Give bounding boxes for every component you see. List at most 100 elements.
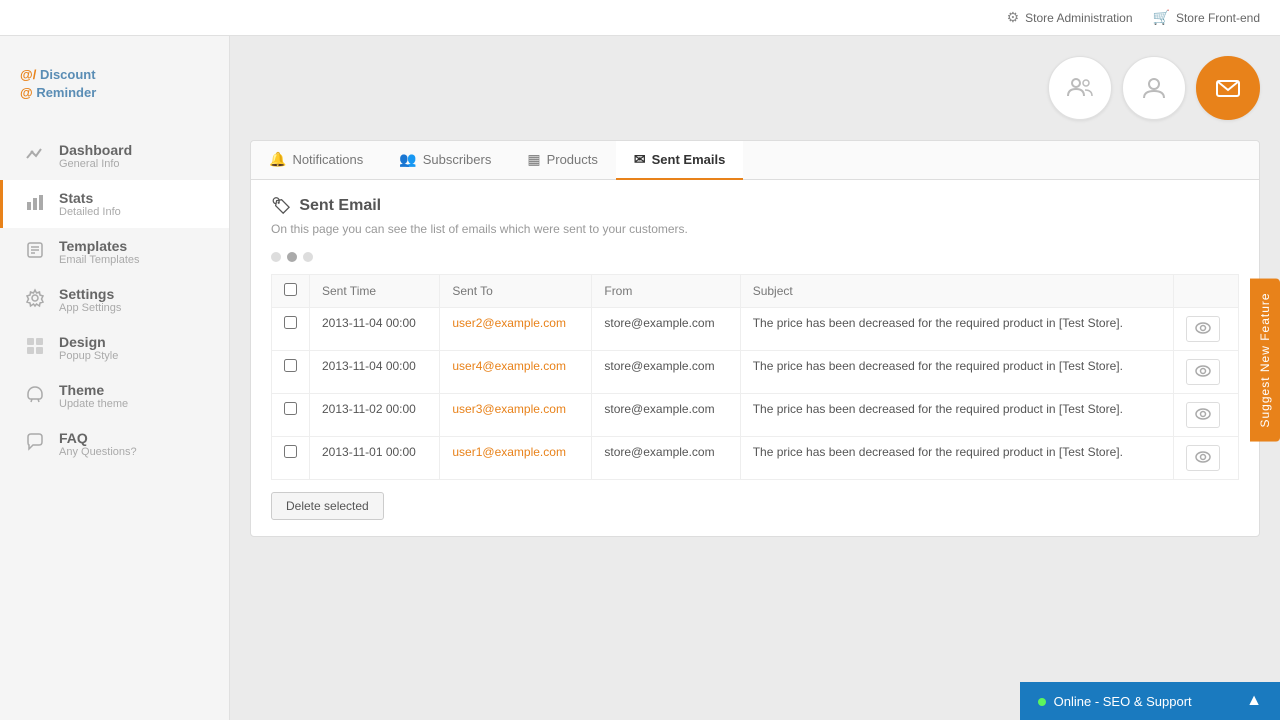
sidebar-item-faq[interactable]: FAQ Any Questions? bbox=[0, 420, 229, 468]
cell-sent-time: 2013-11-04 00:00 bbox=[310, 351, 440, 394]
sidebar-item-dashboard[interactable]: Dashboard General Info bbox=[0, 132, 229, 180]
cell-view bbox=[1174, 437, 1239, 480]
pagination-dots bbox=[271, 252, 1239, 262]
cell-sent-to: user2@example.com bbox=[440, 308, 592, 351]
store-frontend-label: Store Front-end bbox=[1176, 11, 1260, 25]
online-seo-label: Online - SEO & Support bbox=[1038, 694, 1192, 709]
top-icons-row bbox=[250, 56, 1260, 120]
cell-subject: The price has been decreased for the req… bbox=[740, 351, 1174, 394]
cell-sent-to: user3@example.com bbox=[440, 394, 592, 437]
row-checkbox-cell bbox=[272, 437, 310, 480]
tab-notifications-label: Notifications bbox=[292, 152, 363, 167]
view-button-0[interactable] bbox=[1186, 316, 1220, 342]
tab-products[interactable]: ▦ Products bbox=[509, 141, 616, 180]
view-button-3[interactable] bbox=[1186, 445, 1220, 471]
cell-sent-to: user1@example.com bbox=[440, 437, 592, 480]
sidebar-item-settings[interactable]: Settings App Settings bbox=[0, 276, 229, 324]
sidebar: @/ Discount @ Reminder Dashboard General… bbox=[0, 36, 230, 720]
cell-sent-time: 2013-11-01 00:00 bbox=[310, 437, 440, 480]
delete-selected-button[interactable]: Delete selected bbox=[271, 492, 384, 520]
panel-body: 🏷 Sent Email On this page you can see th… bbox=[251, 180, 1259, 536]
sidebar-nav: Dashboard General Info Stats Detailed In… bbox=[0, 132, 229, 468]
admin-settings-icon: ⚙ bbox=[1007, 9, 1020, 26]
sidebar-item-design[interactable]: Design Popup Style bbox=[0, 324, 229, 372]
panel-title: 🏷 Sent Email bbox=[271, 196, 1239, 216]
sent-to-link-1[interactable]: user4@example.com bbox=[452, 359, 566, 373]
faq-sublabel: Any Questions? bbox=[59, 446, 137, 458]
tab-subscribers-label: Subscribers bbox=[423, 152, 492, 167]
logo-slash: / bbox=[33, 67, 37, 82]
theme-label: Theme bbox=[59, 382, 128, 398]
stats-label: Stats bbox=[59, 190, 121, 206]
suggest-new-feature-bar[interactable]: Suggest New Feature bbox=[1250, 278, 1280, 441]
table-row: 2013-11-02 00:00 user3@example.com store… bbox=[272, 394, 1239, 437]
design-icon bbox=[23, 336, 47, 361]
settings-label: Settings bbox=[59, 286, 121, 302]
tab-products-label: Products bbox=[547, 152, 598, 167]
main-layout: @/ Discount @ Reminder Dashboard General… bbox=[0, 36, 1280, 720]
email-circle-icon[interactable] bbox=[1196, 56, 1260, 120]
col-checkbox bbox=[272, 275, 310, 308]
select-all-checkbox[interactable] bbox=[284, 283, 297, 296]
top-bar: ⚙ Store Administration 🛒 Store Front-end bbox=[0, 0, 1280, 36]
sent-to-link-2[interactable]: user3@example.com bbox=[452, 402, 566, 416]
logo-at: @ bbox=[20, 67, 33, 82]
notifications-tab-icon: 🔔 bbox=[269, 151, 286, 168]
sidebar-item-theme[interactable]: Theme Update theme bbox=[0, 372, 229, 420]
tab-sent-emails-label: Sent Emails bbox=[652, 152, 726, 167]
row-checkbox-0[interactable] bbox=[284, 316, 297, 329]
stats-icon bbox=[23, 192, 47, 217]
tag-icon: 🏷 bbox=[271, 196, 291, 216]
logo-at2: @ bbox=[20, 85, 33, 100]
row-checkbox-cell bbox=[272, 394, 310, 437]
products-tab-icon: ▦ bbox=[527, 151, 540, 168]
main-panel: 🔔 Notifications 👥 Subscribers ▦ Products… bbox=[250, 140, 1260, 537]
sent-to-link-3[interactable]: user1@example.com bbox=[452, 445, 566, 459]
online-seo-bar[interactable]: Online - SEO & Support ▲ bbox=[1020, 682, 1280, 720]
tab-notifications[interactable]: 🔔 Notifications bbox=[251, 141, 381, 180]
cell-view bbox=[1174, 394, 1239, 437]
col-subject: Subject bbox=[740, 275, 1174, 308]
theme-icon bbox=[23, 384, 47, 409]
table-row: 2013-11-04 00:00 user2@example.com store… bbox=[272, 308, 1239, 351]
design-label: Design bbox=[59, 334, 118, 350]
sent-emails-tab-icon: ✉ bbox=[634, 151, 646, 168]
panel-description: On this page you can see the list of ema… bbox=[271, 222, 1239, 236]
cell-subject: The price has been decreased for the req… bbox=[740, 308, 1174, 351]
stats-sublabel: Detailed Info bbox=[59, 206, 121, 218]
sidebar-item-templates[interactable]: Templates Email Templates bbox=[0, 228, 229, 276]
email-table: Sent Time Sent To From Subject 2013-11-0… bbox=[271, 274, 1239, 480]
faq-label: FAQ bbox=[59, 430, 137, 446]
table-row: 2013-11-01 00:00 user1@example.com store… bbox=[272, 437, 1239, 480]
view-button-2[interactable] bbox=[1186, 402, 1220, 428]
store-icon: 🛒 bbox=[1153, 9, 1170, 26]
cell-from: store@example.com bbox=[592, 394, 740, 437]
sidebar-item-stats[interactable]: Stats Detailed Info bbox=[0, 180, 229, 228]
cell-sent-to: user4@example.com bbox=[440, 351, 592, 394]
dashboard-label: Dashboard bbox=[59, 142, 132, 158]
row-checkbox-cell bbox=[272, 308, 310, 351]
row-checkbox-3[interactable] bbox=[284, 445, 297, 458]
content-area: 🔔 Notifications 👥 Subscribers ▦ Products… bbox=[230, 36, 1280, 720]
dashboard-sublabel: General Info bbox=[59, 158, 132, 170]
templates-sublabel: Email Templates bbox=[59, 254, 140, 266]
row-checkbox-2[interactable] bbox=[284, 402, 297, 415]
templates-icon bbox=[23, 240, 47, 265]
chevron-up-icon: ▲ bbox=[1246, 692, 1262, 710]
store-frontend-link[interactable]: 🛒 Store Front-end bbox=[1153, 9, 1260, 26]
dot-3 bbox=[303, 252, 313, 262]
sent-to-link-0[interactable]: user2@example.com bbox=[452, 316, 566, 330]
store-admin-link[interactable]: ⚙ Store Administration bbox=[1007, 9, 1133, 26]
cell-subject: The price has been decreased for the req… bbox=[740, 394, 1174, 437]
tab-sent-emails[interactable]: ✉ Sent Emails bbox=[616, 141, 743, 180]
admin-circle-icon[interactable] bbox=[1122, 56, 1186, 120]
group-circle-icon[interactable] bbox=[1048, 56, 1112, 120]
store-admin-label: Store Administration bbox=[1025, 11, 1132, 25]
view-button-1[interactable] bbox=[1186, 359, 1220, 385]
tab-subscribers[interactable]: 👥 Subscribers bbox=[381, 141, 509, 180]
cell-view bbox=[1174, 308, 1239, 351]
row-checkbox-1[interactable] bbox=[284, 359, 297, 372]
tabs-bar: 🔔 Notifications 👥 Subscribers ▦ Products… bbox=[251, 141, 1259, 180]
dashboard-icon bbox=[23, 144, 47, 169]
theme-sublabel: Update theme bbox=[59, 398, 128, 410]
